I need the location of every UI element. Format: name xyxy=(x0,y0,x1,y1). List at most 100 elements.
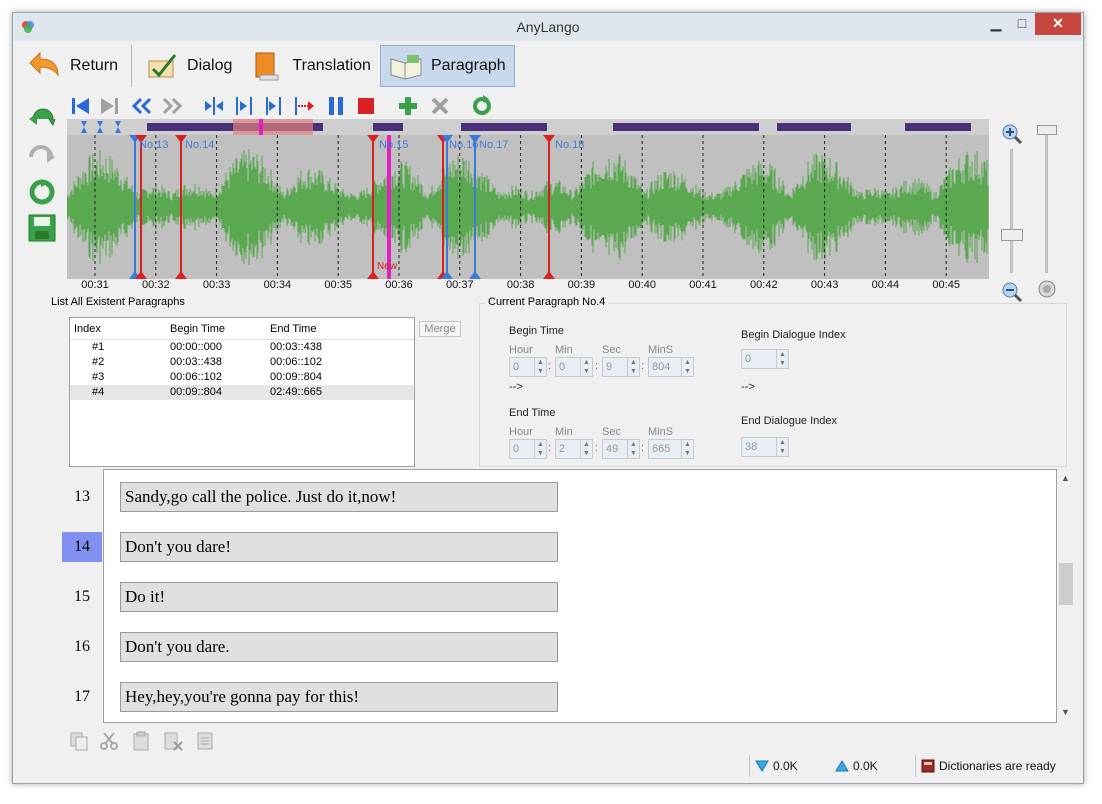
scroll-down-icon[interactable]: ▼ xyxy=(1061,707,1070,717)
paragraph-list[interactable]: Index Begin Time End Time #1 00:00::000 … xyxy=(69,317,415,467)
split-right-icon[interactable] xyxy=(263,95,285,117)
dialogue-text[interactable]: Don't you dare. xyxy=(120,632,558,662)
hour-label: Hour xyxy=(509,344,533,356)
waveform-canvas[interactable]: No.13 No.14 No.15 No.16 No.17 No.18 New xyxy=(67,135,989,279)
end-mins-spinner[interactable]: 665 ▲ ▼ xyxy=(648,439,694,459)
waveform-panel[interactable]: No.13 No.14 No.15 No.16 No.17 No.18 New xyxy=(67,119,989,279)
marker-handle-bottom[interactable] xyxy=(543,271,555,279)
list-item[interactable]: #1 00:00::000 00:03::438 xyxy=(70,340,414,355)
end-sec-spinner[interactable]: 49 ▲ ▼ xyxy=(602,439,640,459)
spinner-arrows-icon[interactable]: ▲ ▼ xyxy=(534,440,546,458)
marker-handle-top[interactable] xyxy=(367,135,379,143)
row-index: #1 xyxy=(92,341,105,353)
sync-icon[interactable] xyxy=(471,95,493,117)
scrollbar-thumb[interactable] xyxy=(1059,563,1073,605)
app-window: AnyLango ▁ □ ✕ Return Dialog Translation… xyxy=(12,12,1084,784)
minimize-button[interactable]: ▁ xyxy=(983,13,1009,35)
go-end-icon[interactable] xyxy=(99,95,121,117)
merge-button[interactable]: Merge xyxy=(419,321,461,337)
dialogue-row-selected[interactable]: 14 Don't you dare! xyxy=(62,532,1044,564)
end-min-spinner[interactable]: 2 ▲ ▼ xyxy=(555,439,593,459)
delete-icon[interactable] xyxy=(429,95,451,117)
rewind-icon[interactable] xyxy=(131,95,153,117)
marker-handle-bottom[interactable] xyxy=(175,271,187,279)
paste-icon[interactable] xyxy=(131,731,151,751)
pause-icon[interactable] xyxy=(325,95,347,117)
begin-min-spinner[interactable]: 0 ▲ ▼ xyxy=(555,357,593,377)
tab-paragraph[interactable]: Paragraph xyxy=(379,45,515,87)
spinner-arrows-icon[interactable]: ▲ ▼ xyxy=(681,440,693,458)
undo-icon[interactable] xyxy=(27,105,57,135)
tab-divider xyxy=(131,45,133,87)
begin-mins-spinner[interactable]: 804 ▲ ▼ xyxy=(648,357,694,377)
list-item-selected[interactable]: #4 00:09::804 02:49::665 xyxy=(70,385,414,400)
spinner-arrows-icon[interactable]: ▲ ▼ xyxy=(580,440,592,458)
end-hour-spinner[interactable]: 0 ▲ ▼ xyxy=(509,439,547,459)
refresh-icon[interactable] xyxy=(27,177,57,207)
dialogue-row[interactable]: 17 Hey,hey,you're gonna pay for this! xyxy=(74,682,1044,714)
spinner-arrows-icon[interactable]: ▲ ▼ xyxy=(681,358,693,376)
time-separator: : xyxy=(595,360,599,372)
delete-doc-icon[interactable] xyxy=(163,731,183,751)
dialogue-arrow: --> xyxy=(741,381,755,393)
dialogue-row[interactable]: 16 Don't you dare. xyxy=(74,632,1044,664)
redo-icon[interactable] xyxy=(27,143,57,173)
stop-icon[interactable] xyxy=(355,95,377,117)
dictionary-status-text: Dictionaries are ready xyxy=(939,759,1056,773)
insert-marker-icon[interactable] xyxy=(293,95,315,117)
header-begin-time[interactable]: Begin Time xyxy=(170,318,270,339)
spinner-arrows-icon[interactable]: ▲ ▼ xyxy=(534,358,546,376)
dialogue-text[interactable]: Do it! xyxy=(120,582,558,612)
zoom-in-icon[interactable] xyxy=(1001,123,1023,145)
tab-return[interactable]: Return xyxy=(19,45,127,87)
dialogue-list[interactable]: 13 Sandy,go call the police. Just do it,… xyxy=(62,469,1057,723)
tab-dialog[interactable]: Dialog xyxy=(136,45,241,87)
begin-sec-spinner[interactable]: 9 ▲ ▼ xyxy=(602,357,640,377)
time-tick-label: 00:38 xyxy=(506,279,535,291)
spinner-arrows-icon[interactable]: ▲ ▼ xyxy=(776,438,788,456)
header-index[interactable]: Index xyxy=(70,318,170,339)
cut-icon[interactable] xyxy=(99,731,119,751)
tab-dialog-label: Dialog xyxy=(187,57,233,74)
volume-slider-thumb[interactable] xyxy=(1037,125,1057,135)
go-start-icon[interactable] xyxy=(69,95,91,117)
spinner-arrows-icon[interactable]: ▲ ▼ xyxy=(776,350,788,368)
dialogue-row[interactable]: 13 Sandy,go call the police. Just do it,… xyxy=(74,482,1044,514)
spinner-arrows-icon[interactable]: ▲ ▼ xyxy=(627,358,639,376)
speaker-icon[interactable] xyxy=(1037,279,1057,299)
tab-paragraph-label: Paragraph xyxy=(430,57,506,74)
zoom-out-icon[interactable] xyxy=(1001,281,1023,303)
begin-hour-spinner[interactable]: 0 ▲ ▼ xyxy=(509,357,547,377)
dialogue-text[interactable]: Hey,hey,you're gonna pay for this! xyxy=(120,682,558,712)
document-icon[interactable] xyxy=(195,731,215,751)
split-center-icon[interactable] xyxy=(233,95,255,117)
playhead[interactable] xyxy=(387,135,391,279)
dialogue-row[interactable]: 15 Do it! xyxy=(74,582,1044,614)
header-end-time[interactable]: End Time xyxy=(270,318,370,339)
marker-handle-bottom[interactable] xyxy=(367,271,379,279)
zoom-slider-thumb[interactable] xyxy=(1001,229,1023,241)
dialogue-text[interactable]: Sandy,go call the police. Just do it,now… xyxy=(120,482,558,512)
time-tick-label: 00:44 xyxy=(871,279,900,291)
dialogue-scrollbar[interactable]: ▲ ▼ xyxy=(1057,469,1075,723)
copy-icon[interactable] xyxy=(69,731,89,751)
list-item[interactable]: #2 00:03::438 00:06::102 xyxy=(70,355,414,370)
begin-dialogue-spinner[interactable]: 0 ▲ ▼ xyxy=(741,349,789,369)
dialogue-text[interactable]: Don't you dare! xyxy=(120,532,558,562)
scroll-up-icon[interactable]: ▲ xyxy=(1061,473,1070,483)
new-marker-label: New xyxy=(377,261,398,272)
split-left-icon[interactable] xyxy=(203,95,225,117)
forward-icon[interactable] xyxy=(161,95,183,117)
add-icon[interactable] xyxy=(397,95,419,117)
tab-translation[interactable]: Translation xyxy=(241,45,380,87)
save-icon[interactable] xyxy=(27,213,57,243)
spinner-arrows-icon[interactable]: ▲ ▼ xyxy=(627,440,639,458)
end-dialogue-spinner[interactable]: 38 ▲ ▼ xyxy=(741,437,789,457)
spinner-arrows-icon[interactable]: ▲ ▼ xyxy=(580,358,592,376)
maximize-button[interactable]: □ xyxy=(1009,13,1035,35)
close-button[interactable]: ✕ xyxy=(1035,13,1081,35)
marker-handle-top[interactable] xyxy=(543,135,555,143)
zoom-track xyxy=(1010,149,1013,273)
list-item[interactable]: #3 00:06::102 00:09::804 xyxy=(70,370,414,385)
marker-handle-bottom[interactable] xyxy=(469,271,481,279)
